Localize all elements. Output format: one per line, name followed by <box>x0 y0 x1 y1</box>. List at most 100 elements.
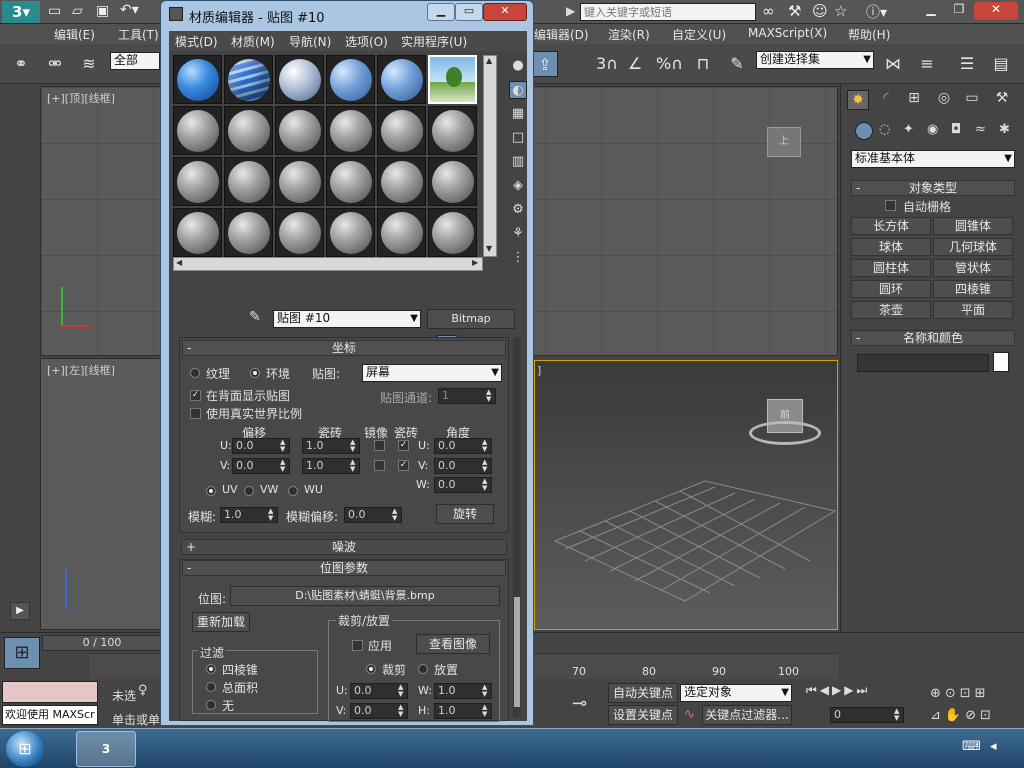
object-name-input[interactable] <box>857 354 989 372</box>
scroll-left-icon[interactable]: ◀ <box>176 258 182 267</box>
pyramidal-radio[interactable] <box>206 664 216 674</box>
lights-icon[interactable]: ✦ <box>903 122 914 137</box>
torus-button[interactable]: 圆环 <box>851 280 931 298</box>
cameras-icon[interactable]: ◉ <box>927 122 938 137</box>
bitmap-params-header[interactable]: - 位图参数 <box>182 560 506 576</box>
angle-u-spinner[interactable]: 0.0 ▲ ▼ <box>434 438 492 454</box>
maxscript-listener-pink[interactable] <box>2 681 98 703</box>
offset-u-spinner[interactable]: 0.0 ▲ ▼ <box>232 438 290 454</box>
lightbulb-icon[interactable]: ♀ <box>138 683 148 698</box>
tiling-u-spinner[interactable]: 1.0 ▲ ▼ <box>302 438 360 454</box>
sample-slot[interactable] <box>377 55 426 104</box>
scroll-up-icon[interactable]: ▲ <box>486 56 492 65</box>
new-file-icon[interactable]: ▭ <box>48 3 66 21</box>
tray-keyboard-icon[interactable]: ⌨ <box>962 739 981 754</box>
sample-slot[interactable] <box>224 208 273 257</box>
time-slider[interactable]: 0 / 100 <box>42 635 162 651</box>
show-map-on-back-checkbox[interactable]: ✓ <box>190 390 201 401</box>
params-scrollbar[interactable] <box>513 337 521 717</box>
offset-v-spinner[interactable]: 0.0 ▲ ▼ <box>232 458 290 474</box>
utilities-tab-icon[interactable]: ⚒ <box>991 90 1013 110</box>
angle-snap-toggle-icon[interactable]: ∠ <box>622 51 648 77</box>
start-button[interactable]: ⊞ <box>6 731 44 767</box>
sample-slot[interactable] <box>275 106 324 155</box>
apply-checkbox[interactable] <box>352 640 363 651</box>
mirror-u-checkbox[interactable] <box>374 440 385 451</box>
viewcube-top[interactable]: 上 <box>767 127 801 157</box>
vw-radio[interactable] <box>244 486 254 496</box>
sample-uv-tiling-icon[interactable]: □ <box>509 129 527 147</box>
sample-slot[interactable] <box>377 157 426 206</box>
environ-radio[interactable] <box>250 368 260 378</box>
viewport-layout-icon[interactable]: ⊞ <box>4 637 40 669</box>
expand-arrow-icon[interactable]: ▶ <box>10 602 30 620</box>
current-frame-field[interactable]: 0 ▲ ▼ <box>830 707 904 723</box>
playback-controls[interactable]: ⏮◀▶▶⏭ <box>806 683 924 703</box>
slots-vertical-scrollbar[interactable]: ▲ ▼ <box>483 55 497 257</box>
noise-header[interactable]: + 噪波 <box>181 539 507 555</box>
crop-v-spinner[interactable]: 0.0 ▲ ▼ <box>350 703 408 719</box>
object-color-swatch[interactable] <box>993 352 1009 372</box>
sample-slot[interactable] <box>275 157 324 206</box>
angle-snap-icon[interactable]: 3∩ <box>594 51 620 77</box>
people-icon[interactable]: ☺ <box>812 2 828 20</box>
med-menu-material[interactable]: 材质(M) <box>231 33 275 50</box>
sample-slot[interactable] <box>224 55 273 104</box>
auto-key-button[interactable]: 自动关键点 <box>608 683 678 703</box>
close-button[interactable]: ✕ <box>974 2 1018 20</box>
save-file-icon[interactable]: ▣ <box>96 3 114 21</box>
params-scroll-thumb[interactable] <box>514 597 520 707</box>
systems-icon[interactable]: ✱ <box>999 122 1010 137</box>
layer-manager-icon[interactable]: ☰ <box>954 51 980 77</box>
scroll-down-icon[interactable]: ▼ <box>486 244 492 253</box>
display-tab-icon[interactable]: ▭ <box>961 90 983 110</box>
motion-tab-icon[interactable]: ◎ <box>933 90 955 110</box>
edit-named-selection-icon[interactable]: ✎ <box>724 51 750 77</box>
uv-radio[interactable] <box>206 486 216 496</box>
restore-button[interactable]: ❐ <box>946 2 972 20</box>
menu-help[interactable]: 帮助(H) <box>848 26 890 43</box>
pyramid-button[interactable]: 四棱锥 <box>933 280 1013 298</box>
med-menu-options[interactable]: 选项(O) <box>345 33 388 50</box>
summed-area-radio[interactable] <box>206 682 216 692</box>
sample-type-icon[interactable]: ● <box>509 57 527 75</box>
backlight-icon[interactable]: ◐ <box>509 81 527 99</box>
object-category-select[interactable]: 标准基本体 ▼ <box>851 150 1015 168</box>
autogrid-checkbox[interactable] <box>885 200 896 211</box>
tools-icon[interactable]: ⚒ <box>788 2 801 20</box>
spacewarps-icon[interactable]: ≈ <box>975 122 986 137</box>
mirror-icon[interactable]: ⇪ <box>532 51 558 77</box>
tiling-v-spinner[interactable]: 1.0 ▲ ▼ <box>302 458 360 474</box>
create-tab-icon[interactable]: ✸ <box>847 90 869 110</box>
sample-slot[interactable] <box>275 208 324 257</box>
shapes-icon[interactable]: ◌ <box>879 122 890 137</box>
make-preview-icon[interactable]: ◈ <box>509 177 527 195</box>
mapping-select[interactable]: 屏幕 ▼ <box>362 364 502 382</box>
bind-spacewarp-icon[interactable]: ≋ <box>76 51 102 77</box>
search-forward-icon[interactable]: ▶ <box>566 4 575 18</box>
background-icon[interactable]: ▦ <box>509 105 527 123</box>
sample-slot[interactable] <box>224 106 273 155</box>
sample-slot[interactable] <box>377 106 426 155</box>
modify-tab-icon[interactable]: ◜ <box>875 90 897 110</box>
coordinates-header[interactable]: - 坐标 <box>182 340 506 356</box>
search-input[interactable] <box>580 3 756 21</box>
crop-radio[interactable] <box>366 664 376 674</box>
sample-slot[interactable] <box>326 55 375 104</box>
binoculars-icon[interactable]: ∞ <box>762 2 775 20</box>
percent-snap-icon[interactable]: %∩ <box>656 51 683 77</box>
sample-slot[interactable] <box>326 208 375 257</box>
med-minimize-button[interactable]: ▁ <box>427 3 455 21</box>
sphere-button[interactable]: 球体 <box>851 238 931 256</box>
angle-v-spinner[interactable]: 0.0 ▲ ▼ <box>434 458 492 474</box>
teapot-button[interactable]: 茶壶 <box>851 301 931 319</box>
geosphere-button[interactable]: 几何球体 <box>933 238 1013 256</box>
real-world-scale-checkbox[interactable] <box>190 408 201 419</box>
med-menu-modes[interactable]: 模式(D) <box>175 33 218 50</box>
mirror-tool-icon[interactable]: ⋈ <box>880 51 906 77</box>
key-selection-select[interactable]: 选定对象 ▼ <box>680 684 792 702</box>
cone-button[interactable]: 圆锥体 <box>933 217 1013 235</box>
menu-tools[interactable]: 工具(T) <box>118 26 159 43</box>
sample-slot[interactable] <box>275 55 324 104</box>
help-icon[interactable]: ⓘ▾ <box>866 2 896 22</box>
